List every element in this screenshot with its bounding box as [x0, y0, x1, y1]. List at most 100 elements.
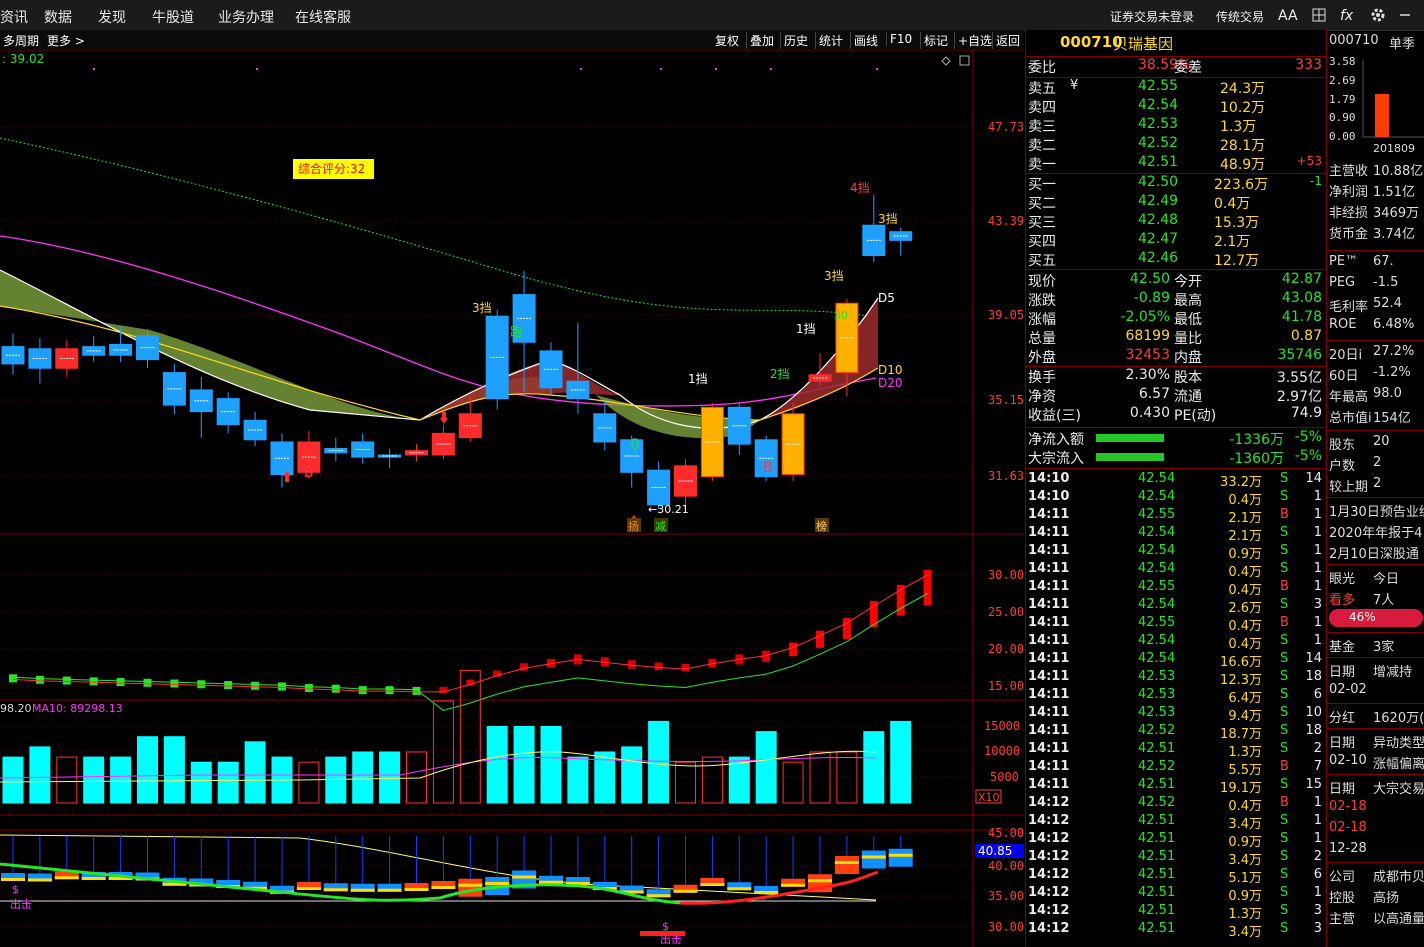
trade-price: 42.52 — [1138, 759, 1176, 774]
divider — [1327, 430, 1424, 431]
stat-label: 最高 — [1174, 293, 1202, 309]
fuquan-button[interactable]: 复权 — [712, 32, 742, 49]
trade-row[interactable]: 14:12 42.51 1.3万 S 3 — [1026, 903, 1326, 922]
trade-time: 14:12 — [1028, 921, 1070, 936]
trade-row[interactable]: 14:11 42.52 18.7万 S 18 — [1026, 723, 1326, 742]
gear-icon[interactable] — [1370, 7, 1386, 23]
weicha-label: 委差 — [1174, 60, 1202, 76]
window-icon[interactable] — [959, 55, 970, 66]
history-button[interactable]: 历史 — [780, 32, 811, 49]
price-tick: 31.63 — [988, 469, 1024, 483]
divider — [1026, 269, 1326, 270]
fin-item-value: 1.51亿 — [1373, 185, 1415, 200]
trade-side: B — [1280, 615, 1289, 630]
menu-item-service[interactable]: 在线客服 — [295, 7, 351, 27]
trade-row[interactable]: 14:12 42.51 3.4万 S 3 — [1026, 921, 1326, 940]
trade-row[interactable]: 14:11 42.54 2.1万 S 1 — [1026, 525, 1326, 544]
weicha-value: 333 — [1295, 57, 1322, 73]
stat-value: -0.89 — [1133, 290, 1170, 306]
back-button[interactable]: 返回 — [992, 32, 1023, 49]
trade-row[interactable]: 14:11 42.51 19.1万 S 15 — [1026, 777, 1326, 796]
minimize-icon[interactable] — [1398, 8, 1412, 22]
mark-button[interactable]: 标记 — [920, 32, 951, 49]
trade-row[interactable]: 14:12 42.51 3.4万 S 1 — [1026, 813, 1326, 832]
side-tab-quarter[interactable]: 单季 — [1389, 33, 1415, 52]
signal-bar — [640, 931, 685, 936]
add-watchlist-button[interactable]: +自选 — [954, 32, 995, 49]
trade-row[interactable]: 14:11 42.54 0.4万 S 1 — [1026, 633, 1326, 652]
trade-row[interactable]: 14:11 42.53 6.4万 S 6 — [1026, 687, 1326, 706]
indicator-bar — [35, 675, 44, 684]
login-status-button[interactable]: 证券交易未登录 — [1110, 8, 1194, 25]
trade-row[interactable]: 14:10 42.54 0.4万 S 1 — [1026, 489, 1326, 508]
trade-row[interactable]: 14:11 42.55 2.1万 B 1 — [1026, 507, 1326, 526]
traditional-trade-button[interactable]: 传统交易 — [1216, 8, 1264, 25]
ask-volume: 10.2万 — [1220, 100, 1266, 116]
multi-period-button[interactable]: 多周期 — [0, 32, 42, 49]
mini-chart-tick: 0.00 — [1329, 130, 1356, 143]
trade-row[interactable]: 14:11 42.55 0.4万 B 1 — [1026, 579, 1326, 598]
date-value-value: 涨幅偏离 — [1373, 757, 1424, 772]
trade-row[interactable]: 14:11 42.54 16.6万 S 14 — [1026, 651, 1326, 670]
trade-row[interactable]: 14:12 42.51 0.9万 S 1 — [1026, 885, 1326, 904]
trade-row[interactable]: 14:11 42.54 0.9万 S 1 — [1026, 543, 1326, 562]
font-size-icon[interactable]: AA — [1278, 8, 1298, 24]
perf-item-value: 98.0 — [1373, 386, 1402, 401]
stat-value: 43.08 — [1281, 290, 1322, 306]
formula-icon[interactable]: fx — [1340, 8, 1353, 24]
divider — [1327, 657, 1424, 658]
trade-row[interactable]: 14:11 42.53 9.4万 S 10 — [1026, 705, 1326, 724]
f10-button[interactable]: F10 — [886, 32, 915, 46]
menu-item-news[interactable]: 资讯 — [0, 7, 28, 27]
ask-change: +53 — [1296, 154, 1322, 168]
trade-price: 42.55 — [1138, 579, 1176, 594]
menu-item-data[interactable]: 数据 — [44, 7, 72, 27]
trade-row[interactable]: 14:12 42.51 3.4万 S 2 — [1026, 849, 1326, 868]
trade-side: S — [1280, 849, 1289, 864]
bid-label: 买三 — [1028, 215, 1056, 231]
overlay-button[interactable]: 叠加 — [746, 32, 777, 49]
trend-cloud-red — [420, 360, 620, 420]
trade-row[interactable]: 14:12 42.51 0.9万 S 1 — [1026, 831, 1326, 850]
menu-item-discover[interactable]: 发现 — [98, 7, 126, 27]
trade-side: S — [1280, 885, 1289, 900]
trade-row[interactable]: 14:10 42.54 33.2万 S 14 — [1026, 471, 1326, 490]
trade-row[interactable]: 14:11 42.52 5.5万 B 7 — [1026, 759, 1326, 778]
trade-count: 2 — [1313, 849, 1322, 864]
trade-time: 14:11 — [1028, 525, 1070, 540]
stats-button[interactable]: 统计 — [815, 32, 846, 49]
trade-row[interactable]: 14:12 42.51 5.1万 S 6 — [1026, 867, 1326, 886]
d10-line — [0, 305, 879, 421]
date-header-value: 增减持 — [1373, 665, 1413, 680]
trade-row[interactable]: 14:11 42.53 12.3万 S 18 — [1026, 669, 1326, 688]
menu-item-niugudao[interactable]: 牛股道 — [152, 7, 194, 27]
controller-item: 控股 高扬 — [1329, 887, 1399, 906]
menu-item-business[interactable]: 业务办理 — [218, 7, 274, 27]
volume-bar — [621, 746, 643, 804]
trade-row[interactable]: 14:12 42.52 0.4万 B 1 — [1026, 795, 1326, 814]
dollar-signal: $ — [12, 883, 19, 896]
bid-row: 买一 42.50 223.6万 -1 — [1026, 174, 1326, 193]
trade-row[interactable]: 14:11 42.55 0.4万 B 1 — [1026, 615, 1326, 634]
more-button[interactable]: 更多 > — [44, 32, 88, 49]
ind3-stripe — [323, 888, 348, 892]
trade-side: S — [1280, 687, 1289, 702]
fin-item-label: 净利润 — [1329, 185, 1369, 200]
diamond-icon[interactable] — [941, 56, 951, 66]
trade-count: 1 — [1313, 489, 1322, 504]
indicator-series-1 — [9, 570, 932, 711]
stat-row: 外盘 32453 内盘 35746 — [1026, 347, 1326, 366]
layout-icon[interactable] — [1312, 8, 1326, 22]
trade-row[interactable]: 14:11 42.51 1.3万 S 2 — [1026, 741, 1326, 760]
fin-item-value: 3.74亿 — [1373, 227, 1415, 242]
draw-line-button[interactable]: 画线 — [850, 32, 881, 49]
fin-item: 非经损 3469万 — [1329, 202, 1419, 221]
ratio-item-label: PEG — [1329, 275, 1356, 290]
d5-label: D5 — [878, 291, 895, 305]
volume-tick: 5000 — [990, 770, 1019, 784]
trade-row[interactable]: 14:11 42.54 0.4万 S 1 — [1026, 561, 1326, 580]
trade-row[interactable]: 14:11 42.54 2.6万 S 3 — [1026, 597, 1326, 616]
trade-time: 14:12 — [1028, 849, 1070, 864]
kline-chart[interactable]: 47.73 43.39 39.05 35.15 31.63 30.00 25.0… — [0, 51, 1024, 947]
trade-side: B — [1280, 507, 1289, 522]
